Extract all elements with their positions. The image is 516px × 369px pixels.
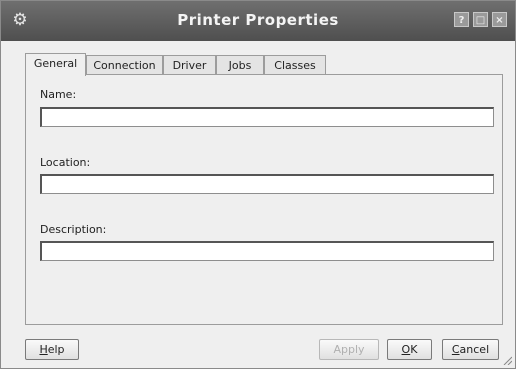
description-label: Description: bbox=[40, 223, 107, 236]
title-bar[interactable]: ⚙ Printer Properties ? □ × bbox=[1, 1, 515, 41]
tab-general[interactable]: General bbox=[25, 53, 86, 76]
general-tab-panel: Name: Location: Description: bbox=[25, 74, 503, 325]
location-input[interactable] bbox=[40, 174, 494, 194]
name-label: Name: bbox=[40, 88, 77, 101]
apply-button[interactable]: Apply bbox=[319, 339, 379, 360]
help-label-rest: elp bbox=[47, 343, 65, 356]
close-button[interactable]: × bbox=[492, 12, 507, 27]
help-titlebar-button[interactable]: ? bbox=[454, 12, 469, 27]
name-input[interactable] bbox=[40, 107, 494, 127]
tab-connection[interactable]: Connection bbox=[86, 55, 163, 75]
tab-classes[interactable]: Classes bbox=[264, 55, 326, 75]
help-button[interactable]: Help bbox=[25, 339, 79, 360]
location-label: Location: bbox=[40, 156, 91, 169]
ok-button[interactable]: OK bbox=[387, 339, 432, 360]
tab-jobs[interactable]: Jobs bbox=[216, 55, 264, 75]
window-title: Printer Properties bbox=[177, 11, 339, 29]
maximize-button[interactable]: □ bbox=[473, 12, 488, 27]
ok-label-rest: K bbox=[410, 343, 418, 356]
cancel-mnemonic: C bbox=[451, 343, 460, 356]
cancel-button[interactable]: Cancel bbox=[442, 339, 499, 360]
ok-mnemonic: O bbox=[401, 343, 411, 356]
printer-properties-dialog: ⚙ Printer Properties ? □ × General Conne… bbox=[0, 0, 516, 369]
help-mnemonic: H bbox=[39, 343, 48, 356]
tab-driver[interactable]: Driver bbox=[163, 55, 216, 75]
description-input[interactable] bbox=[40, 241, 494, 261]
resize-grip-icon[interactable] bbox=[502, 355, 512, 365]
cancel-label-rest: ancel bbox=[459, 343, 490, 356]
